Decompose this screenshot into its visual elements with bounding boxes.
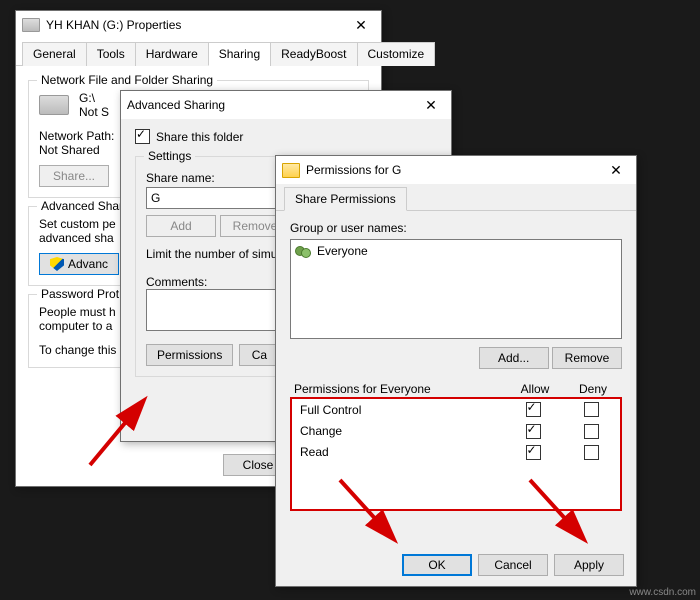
advanced-sharing-title: Advanced Sharing — [127, 98, 417, 112]
caching-button[interactable]: Ca — [239, 344, 279, 366]
allow-checkbox[interactable] — [526, 424, 541, 439]
close-icon[interactable]: ✕ — [417, 94, 445, 116]
tab-share-permissions[interactable]: Share Permissions — [284, 187, 407, 211]
share-folder-checkbox-row[interactable]: Share this folder — [135, 129, 437, 144]
properties-title: YH KHAN (G:) Properties — [46, 18, 347, 32]
perm-row: Full Control — [292, 399, 620, 420]
drive-icon-large — [39, 95, 69, 115]
drive-status: Not S — [79, 105, 109, 119]
tab-customize[interactable]: Customize — [357, 42, 436, 66]
drive-path: G:\ — [79, 91, 109, 105]
add-share-button[interactable]: Add — [146, 215, 216, 237]
share-folder-checkbox[interactable] — [135, 129, 150, 144]
permissions-highlight: Full ControlChangeRead — [290, 397, 622, 511]
permissions-for-label: Permissions for Everyone — [290, 379, 506, 399]
folder-icon — [282, 163, 300, 178]
network-path-label: Network Path: — [39, 129, 114, 143]
deny-header: Deny — [564, 379, 622, 399]
list-item-everyone[interactable]: Everyone — [295, 244, 617, 258]
perm-row: Change — [292, 420, 620, 441]
allow-checkbox[interactable] — [526, 402, 541, 417]
advanced-sharing-button[interactable]: Advanc — [39, 253, 119, 275]
deny-checkbox[interactable] — [584, 445, 599, 460]
perm-name: Change — [292, 420, 504, 441]
everyone-label: Everyone — [317, 244, 368, 258]
tab-readyboost[interactable]: ReadyBoost — [270, 42, 357, 66]
drive-icon — [22, 18, 40, 32]
share-button[interactable]: Share... — [39, 165, 109, 187]
permissions-button[interactable]: Permissions — [146, 344, 233, 366]
permissions-titlebar[interactable]: Permissions for G ✕ — [276, 156, 636, 184]
properties-tabs: General Tools Hardware Sharing ReadyBoos… — [16, 41, 381, 66]
perm-cancel-button[interactable]: Cancel — [478, 554, 548, 576]
network-path-value: Not Shared — [39, 143, 100, 157]
close-icon[interactable]: ✕ — [602, 159, 630, 181]
perm-name: Full Control — [292, 399, 504, 420]
perm-row: Read — [292, 442, 620, 463]
perm-ok-button[interactable]: OK — [402, 554, 472, 576]
deny-checkbox[interactable] — [584, 402, 599, 417]
advanced-sharing-button-label: Advanc — [68, 257, 108, 271]
deny-checkbox[interactable] — [584, 424, 599, 439]
group-user-list[interactable]: Everyone — [290, 239, 622, 339]
perm-apply-button[interactable]: Apply — [554, 554, 624, 576]
group-password-legend: Password Prot — [37, 287, 123, 301]
close-icon[interactable]: ✕ — [347, 14, 375, 36]
advanced-sharing-titlebar[interactable]: Advanced Sharing ✕ — [121, 91, 451, 119]
group-icon — [295, 244, 311, 258]
perm-name: Read — [292, 442, 504, 463]
tab-general[interactable]: General — [22, 42, 87, 66]
remove-user-button[interactable]: Remove — [552, 347, 622, 369]
group-network-sharing-legend: Network File and Folder Sharing — [37, 73, 217, 87]
allow-header: Allow — [506, 379, 564, 399]
permissions-tabs: Share Permissions — [276, 186, 636, 211]
shield-icon — [50, 257, 64, 271]
permissions-title: Permissions for G — [306, 163, 602, 177]
tab-sharing[interactable]: Sharing — [208, 42, 271, 66]
share-folder-label: Share this folder — [156, 130, 243, 144]
properties-titlebar[interactable]: YH KHAN (G:) Properties ✕ — [16, 11, 381, 39]
add-user-button[interactable]: Add... — [479, 347, 549, 369]
allow-checkbox[interactable] — [526, 445, 541, 460]
tab-hardware[interactable]: Hardware — [135, 42, 209, 66]
settings-legend: Settings — [144, 149, 195, 163]
watermark: www.csdn.com — [629, 587, 696, 598]
group-user-names-label: Group or user names: — [290, 221, 622, 235]
tab-tools[interactable]: Tools — [86, 42, 136, 66]
permissions-window: Permissions for G ✕ Share Permissions Gr… — [275, 155, 637, 587]
group-advanced-sharing-legend: Advanced Shar — [37, 199, 127, 213]
